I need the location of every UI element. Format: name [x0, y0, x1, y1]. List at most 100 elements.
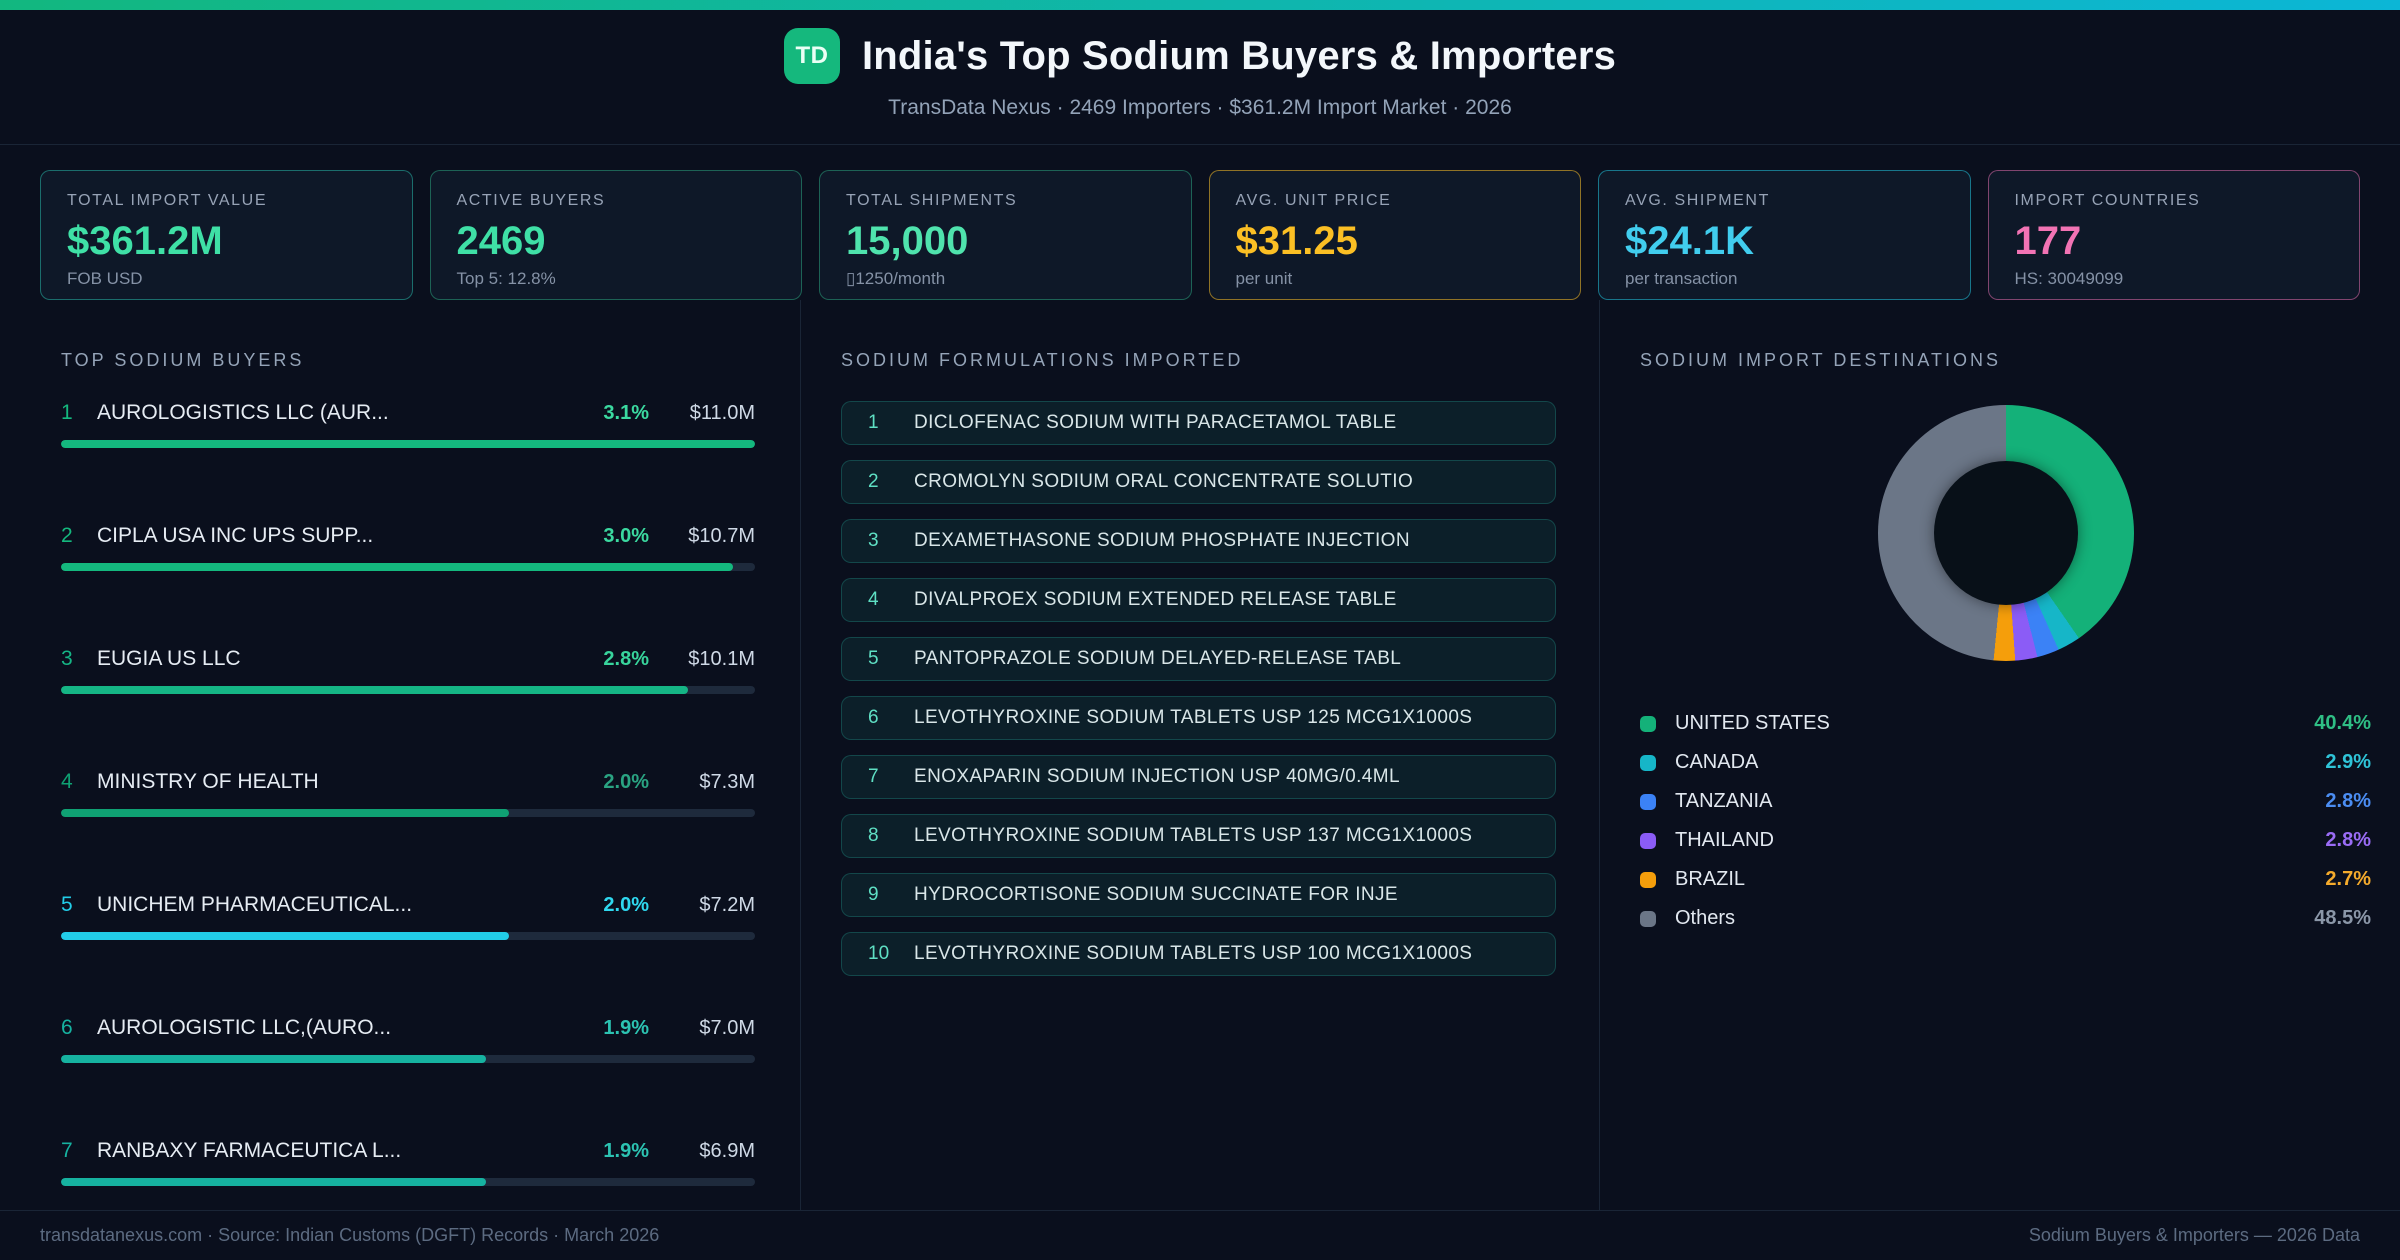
formulation-item[interactable]: 5 PANTOPRAZOLE SODIUM DELAYED-RELEASE TA… — [841, 637, 1556, 681]
formulation-rank: 1 — [868, 412, 879, 433]
page-subtitle: TransData Nexus · 2469 Importers · $361.… — [888, 96, 1512, 119]
legend-swatch-icon — [1640, 832, 1656, 849]
accent-gradient-bar — [0, 0, 2400, 10]
chart-legend: UNITED STATES 40.4% CANADA 2.9% TANZANIA… — [1640, 711, 2371, 931]
formulation-rank: 6 — [868, 707, 879, 728]
buyer-progress-track — [61, 440, 755, 448]
formulation-item[interactable]: 4 DIVALPROEX SODIUM EXTENDED RELEASE TAB… — [841, 578, 1556, 622]
buyer-row[interactable]: 7 RANBAXY FARMACEUTICA L... 1.9% $6.9M — [61, 1139, 755, 1210]
stat-card-avg-shipment: AVG. SHIPMENT $24.1K per transaction — [1598, 170, 1971, 300]
page-title: India's Top Sodium Buyers & Importers — [861, 33, 1617, 78]
legend-percent: 2.8% — [2325, 829, 2371, 851]
formulation-name: DICLOFENAC SODIUM WITH PARACETAMOL TABLE — [914, 412, 1397, 433]
buyer-row[interactable]: 5 UNICHEM PHARMACEUTICAL... 2.0% $7.2M — [61, 893, 755, 1016]
stat-card-avg-unit-price: AVG. UNIT PRICE $31.25 per unit — [1208, 170, 1581, 300]
formulation-item[interactable]: 8 LEVOTHYROXINE SODIUM TABLETS USP 137 M… — [841, 814, 1556, 858]
formulation-rank: 10 — [868, 943, 890, 964]
main-content: TOP SODIUM BUYERS 1 AUROLOGISTICS LLC (A… — [0, 300, 2400, 1210]
buyer-progress-fill — [61, 932, 509, 940]
buyer-rank: 7 — [61, 1139, 73, 1162]
buyer-name: AUROLOGISTIC LLC,(AURO... — [97, 1016, 392, 1039]
formulation-rank: 8 — [868, 825, 879, 846]
formulation-rank: 7 — [868, 766, 879, 787]
legend-item[interactable]: UNITED STATES 40.4% — [1640, 711, 2371, 736]
buyer-rank: 3 — [61, 647, 73, 670]
buyer-row[interactable]: 1 AUROLOGISTICS LLC (AUR... 3.1% $11.0M — [61, 401, 755, 524]
buyer-progress-fill — [61, 440, 755, 448]
formulation-rank: 9 — [868, 884, 879, 905]
stat-value: $31.25 — [1235, 219, 1358, 263]
stat-value: $361.2M — [67, 219, 223, 263]
formulation-rank: 3 — [868, 530, 879, 551]
legend-swatch-icon — [1640, 871, 1656, 888]
formulation-item[interactable]: 7 ENOXAPARIN SODIUM INJECTION USP 40MG/0… — [841, 755, 1556, 799]
buyer-row[interactable]: 6 AUROLOGISTIC LLC,(AURO... 1.9% $7.0M — [61, 1016, 755, 1139]
buyer-progress-fill — [61, 686, 688, 694]
buyer-progress-track — [61, 686, 755, 694]
formulation-item[interactable]: 2 CROMOLYN SODIUM ORAL CONCENTRATE SOLUT… — [841, 460, 1556, 504]
legend-country-label: THAILAND — [1675, 829, 1774, 851]
buyer-value: $7.0M — [699, 1017, 755, 1039]
buyer-name: AUROLOGISTICS LLC (AUR... — [97, 401, 389, 424]
buyer-progress-track — [61, 563, 755, 571]
legend-item[interactable]: THAILAND 2.8% — [1640, 828, 2371, 853]
buyer-rank: 2 — [61, 524, 73, 547]
legend-percent: 40.4% — [2314, 712, 2371, 734]
formulation-item[interactable]: 6 LEVOTHYROXINE SODIUM TABLETS USP 125 M… — [841, 696, 1556, 740]
buyer-progress-track — [61, 1055, 755, 1063]
formulations-list: 1 DICLOFENAC SODIUM WITH PARACETAMOL TAB… — [841, 401, 1556, 976]
legend-percent: 48.5% — [2314, 907, 2371, 929]
formulation-item[interactable]: 9 HYDROCORTISONE SODIUM SUCCINATE FOR IN… — [841, 873, 1556, 917]
buyer-progress-track — [61, 809, 755, 817]
formulation-name: LEVOTHYROXINE SODIUM TABLETS USP 137 MCG… — [914, 825, 1473, 846]
formulation-name: PANTOPRAZOLE SODIUM DELAYED-RELEASE TABL — [914, 648, 1402, 669]
stat-value: 15,000 — [846, 219, 969, 263]
legend-swatch-icon — [1640, 910, 1656, 927]
panel-title: SODIUM IMPORT DESTINATIONS — [1640, 350, 2002, 370]
legend-country-label: Others — [1675, 907, 1736, 929]
legend-item[interactable]: TANZANIA 2.8% — [1640, 789, 2371, 814]
stat-label: IMPORT COUNTRIES — [2014, 192, 2201, 209]
stat-card-total-shipments: TOTAL SHIPMENTS 15,000 ▯1250/month — [819, 170, 1192, 300]
legend-country-label: CANADA — [1675, 751, 1759, 773]
buyer-value: $11.0M — [689, 402, 755, 424]
stats-row: TOTAL IMPORT VALUE $361.2M FOB USD ACTIV… — [0, 145, 2400, 300]
formulation-item[interactable]: 1 DICLOFENAC SODIUM WITH PARACETAMOL TAB… — [841, 401, 1556, 445]
panel-title: TOP SODIUM BUYERS — [61, 350, 305, 370]
formulation-item[interactable]: 3 DEXAMETHASONE SODIUM PHOSPHATE INJECTI… — [841, 519, 1556, 563]
legend-item[interactable]: BRAZIL 2.7% — [1640, 867, 2371, 892]
buyer-progress-track — [61, 932, 755, 940]
buyer-share-percent: 2.8% — [603, 648, 649, 670]
brand-logo: TD — [783, 28, 840, 84]
buyer-row[interactable]: 4 MINISTRY OF HEALTH 2.0% $7.3M — [61, 770, 755, 893]
panel-sodium-formulations: SODIUM FORMULATIONS IMPORTED 1 DICLOFENA… — [800, 300, 1600, 1210]
footer-source-text: transdatanexus.com · Source: Indian Cust… — [40, 1225, 660, 1245]
formulation-rank: 4 — [868, 589, 879, 610]
stat-subtext: HS: 30049099 — [2014, 269, 2124, 288]
buyer-name: MINISTRY OF HEALTH — [97, 770, 319, 793]
buyer-name: RANBAXY FARMACEUTICA L... — [97, 1139, 402, 1162]
buyer-row[interactable]: 2 CIPLA USA INC UPS SUPP... 3.0% $10.7M — [61, 524, 755, 647]
buyer-share-percent: 3.0% — [603, 525, 649, 547]
buyer-progress-fill — [61, 1055, 487, 1063]
buyer-progress-fill — [61, 563, 733, 571]
buyer-row[interactable]: 3 EUGIA US LLC 2.8% $10.1M — [61, 647, 755, 770]
formulation-name: ENOXAPARIN SODIUM INJECTION USP 40MG/0.4… — [914, 766, 1400, 787]
formulation-item[interactable]: 10 LEVOTHYROXINE SODIUM TABLETS USP 100 … — [841, 932, 1556, 976]
buyer-share-percent: 3.1% — [603, 402, 649, 424]
legend-item[interactable]: Others 48.5% — [1640, 906, 2371, 931]
formulation-name: DIVALPROEX SODIUM EXTENDED RELEASE TABLE — [914, 589, 1397, 610]
legend-country-label: UNITED STATES — [1675, 712, 1830, 734]
formulation-rank: 2 — [868, 471, 879, 492]
buyer-progress-fill — [61, 809, 509, 817]
buyer-share-percent: 1.9% — [603, 1017, 649, 1039]
donut-chart[interactable] — [1877, 405, 2134, 661]
donut-hole — [1933, 461, 2078, 605]
buyer-share-percent: 1.9% — [603, 1140, 649, 1162]
formulation-name: DEXAMETHASONE SODIUM PHOSPHATE INJECTION — [914, 530, 1410, 551]
buyer-rank: 5 — [61, 893, 73, 916]
stat-value: 2469 — [456, 219, 546, 263]
legend-item[interactable]: CANADA 2.9% — [1640, 750, 2371, 775]
legend-country-label: BRAZIL — [1675, 868, 1746, 890]
stat-card-total-import-value: TOTAL IMPORT VALUE $361.2M FOB USD — [40, 170, 413, 300]
